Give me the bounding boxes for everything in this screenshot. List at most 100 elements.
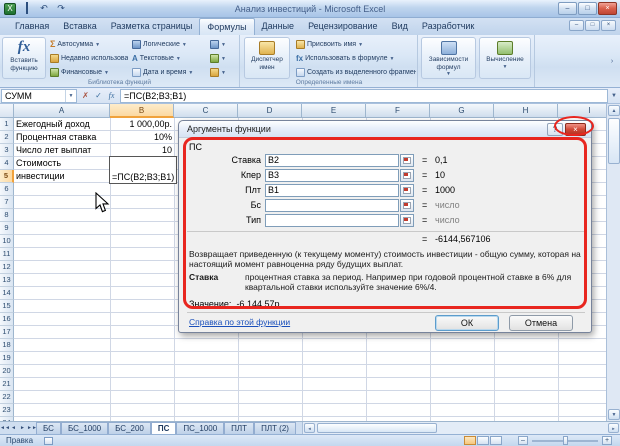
autosum-button[interactable]: Σ Автосумма ▼ [48, 38, 128, 51]
cell-A4[interactable]: Стоимость [14, 157, 110, 170]
prev-sheet-icon[interactable]: ◄ [9, 422, 18, 434]
range-selector-button[interactable] [400, 184, 414, 197]
range-selector-button[interactable] [400, 169, 414, 182]
dialog-title-bar[interactable]: Аргументы функции [179, 121, 591, 138]
range-selector-button[interactable] [400, 154, 414, 167]
normal-view-button[interactable] [464, 436, 476, 445]
vertical-scroll-thumb[interactable] [608, 118, 620, 164]
first-sheet-icon[interactable]: ◄◄ [0, 422, 10, 434]
minimize-button[interactable]: – [558, 2, 577, 15]
rate-input[interactable]: B2 [265, 154, 399, 167]
calculation-button[interactable]: Вычисление ▼ [479, 37, 531, 79]
sheet-tab-plt-2[interactable]: ПЛТ (2) [254, 422, 296, 434]
row-header-10[interactable]: 10 [0, 235, 14, 248]
redo-button[interactable]: ↷ [54, 2, 68, 15]
math-trig-button[interactable]: ▼ [206, 52, 230, 65]
row-header-21[interactable]: 21 [0, 378, 14, 391]
range-selector-button[interactable] [400, 199, 414, 212]
cell-A2[interactable]: Процентная ставка [14, 131, 110, 144]
select-all-corner[interactable] [0, 104, 14, 118]
row-header-2[interactable]: 2 [0, 131, 14, 144]
insert-function-fx-button[interactable]: fx [105, 89, 118, 102]
last-sheet-icon[interactable]: ►► [27, 422, 37, 434]
column-header-E[interactable]: E [302, 104, 366, 118]
row-header-8[interactable]: 8 [0, 209, 14, 222]
sheet-tab-bs-200[interactable]: БС_200 [108, 422, 151, 434]
formula-auditing-button[interactable]: Зависимости формул ▼ [421, 37, 476, 79]
scroll-left-icon[interactable]: ◄ [303, 423, 315, 433]
create-from-selection-button[interactable]: Создать из выделенного фрагмента [294, 66, 416, 79]
column-header-I[interactable]: I [558, 104, 606, 118]
maximize-button[interactable]: □ [578, 2, 597, 15]
row-header-13[interactable]: 13 [0, 274, 14, 287]
type-input[interactable] [265, 214, 399, 227]
cell-B1[interactable]: 1 000,00р. [110, 118, 174, 131]
text-functions-button[interactable]: А Текстовые ▼ [130, 52, 202, 65]
use-in-formula-button[interactable]: fx Использовать в формуле ▼ [294, 52, 414, 65]
sheet-tab-bs[interactable]: БС [36, 422, 61, 434]
row-header-16[interactable]: 16 [0, 313, 14, 326]
row-header-15[interactable]: 15 [0, 300, 14, 313]
pmt-input[interactable]: B1 [265, 184, 399, 197]
row-header-17[interactable]: 17 [0, 326, 14, 339]
row-header-22[interactable]: 22 [0, 391, 14, 404]
next-sheet-icon[interactable]: ► [18, 422, 27, 434]
row-header-23[interactable]: 23 [0, 404, 14, 417]
define-name-button[interactable]: Присвоить имя ▼ [294, 38, 414, 51]
row-header-18[interactable]: 18 [0, 339, 14, 352]
vertical-scrollbar[interactable]: ▲ ▼ [606, 104, 620, 421]
formula-input[interactable]: =ПС(B2;B3;B1) [120, 88, 608, 103]
row-header-14[interactable]: 14 [0, 287, 14, 300]
cancel-button[interactable]: Отмена [509, 315, 573, 331]
cell-A5[interactable]: инвестиции [14, 170, 110, 183]
row-header-6[interactable]: 6 [0, 183, 14, 196]
row-header-3[interactable]: 3 [0, 144, 14, 157]
name-manager-button[interactable]: Диспетчер имен [244, 37, 290, 79]
row-header-12[interactable]: 12 [0, 261, 14, 274]
row-header-9[interactable]: 9 [0, 222, 14, 235]
logical-button[interactable]: Логические ▼ [130, 38, 202, 51]
sheet-tab-plt[interactable]: ПЛТ [224, 422, 255, 434]
zoom-out-button[interactable]: – [518, 436, 528, 445]
column-header-D[interactable]: D [238, 104, 302, 118]
date-time-button[interactable]: Дата и время ▼ [130, 66, 202, 79]
cancel-entry-button[interactable]: ✗ [79, 89, 92, 102]
ribbon-scroll-button[interactable]: › [606, 55, 618, 69]
tab-view[interactable]: Вид [385, 18, 415, 35]
scroll-down-icon[interactable]: ▼ [608, 409, 620, 420]
undo-button[interactable]: ↶ [37, 2, 51, 15]
column-header-F[interactable]: F [366, 104, 430, 118]
row-header-7[interactable]: 7 [0, 196, 14, 209]
sheet-tab-ps[interactable]: ПС [150, 422, 177, 434]
ok-button[interactable]: ОК [435, 315, 499, 331]
horizontal-scroll-thumb[interactable] [316, 423, 437, 433]
row-header-11[interactable]: 11 [0, 248, 14, 261]
range-selector-button[interactable] [400, 214, 414, 227]
workbook-restore-button[interactable]: □ [585, 20, 600, 31]
tab-insert[interactable]: Вставка [56, 18, 103, 35]
tab-developer[interactable]: Разработчик [415, 18, 481, 35]
tab-home[interactable]: Главная [8, 18, 56, 35]
row-header-4[interactable]: 4 [0, 157, 14, 170]
column-header-B[interactable]: B [110, 104, 174, 118]
more-functions-button[interactable]: ▼ [206, 66, 230, 79]
cell-A1[interactable]: Ежегодный доход [14, 118, 110, 131]
workbook-close-button[interactable]: × [601, 20, 616, 31]
close-button[interactable]: × [598, 2, 617, 15]
zoom-slider-thumb[interactable] [563, 436, 568, 445]
tab-review[interactable]: Рецензирование [301, 18, 385, 35]
tab-data[interactable]: Данные [255, 18, 302, 35]
lookup-reference-button[interactable]: ▼ [206, 38, 230, 51]
recently-used-button[interactable]: Недавно использовались▼ [48, 52, 128, 65]
workbook-minimize-button[interactable]: – [569, 20, 584, 31]
name-box-dropdown-icon[interactable]: ▼ [65, 89, 76, 102]
row-header-1[interactable]: 1 [0, 118, 14, 131]
zoom-in-button[interactable]: + [602, 436, 612, 445]
name-box[interactable]: СУММ ▼ [1, 88, 77, 103]
page-layout-view-button[interactable] [477, 436, 489, 445]
page-break-view-button[interactable] [490, 436, 502, 445]
nper-input[interactable]: B3 [265, 169, 399, 182]
sheet-tab-bs-1000[interactable]: БС_1000 [60, 422, 109, 434]
column-header-G[interactable]: G [430, 104, 494, 118]
dialog-help-button[interactable]: ? [547, 123, 563, 136]
